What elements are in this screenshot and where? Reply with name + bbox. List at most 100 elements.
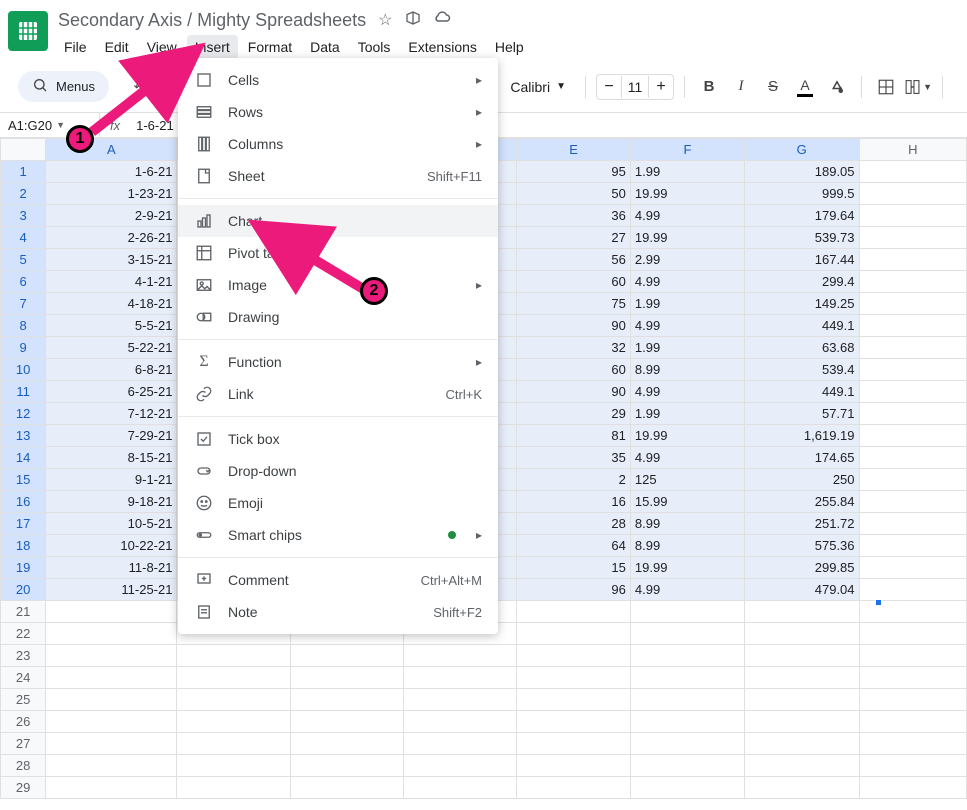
cell[interactable]: 539.4: [744, 359, 859, 381]
cell[interactable]: [859, 513, 966, 535]
cell[interactable]: 19.99: [630, 425, 744, 447]
cell[interactable]: [859, 425, 966, 447]
insert-drawing[interactable]: Drawing: [178, 301, 498, 333]
row-header[interactable]: 9: [1, 337, 46, 359]
cell[interactable]: [46, 623, 177, 645]
cell[interactable]: [630, 755, 744, 777]
cell[interactable]: [859, 777, 966, 799]
cell[interactable]: 4.99: [630, 315, 744, 337]
cell[interactable]: 15: [517, 557, 631, 579]
cell[interactable]: [859, 337, 966, 359]
text-color-button[interactable]: A: [791, 73, 819, 101]
cell[interactable]: [404, 777, 517, 799]
cell[interactable]: 539.73: [744, 227, 859, 249]
row-header[interactable]: 8: [1, 315, 46, 337]
cell[interactable]: 251.72: [744, 513, 859, 535]
document-title[interactable]: Secondary Axis / Mighty Spreadsheets: [56, 8, 368, 33]
insert-comment[interactable]: CommentCtrl+Alt+M: [178, 564, 498, 596]
cell[interactable]: [290, 667, 403, 689]
row-header[interactable]: 14: [1, 447, 46, 469]
cell[interactable]: 56: [517, 249, 631, 271]
cell[interactable]: [859, 315, 966, 337]
select-all-corner[interactable]: [1, 139, 46, 161]
cell[interactable]: 60: [517, 271, 631, 293]
cell[interactable]: [517, 601, 631, 623]
row-header[interactable]: 11: [1, 381, 46, 403]
italic-button[interactable]: I: [727, 73, 755, 101]
cell[interactable]: 149.25: [744, 293, 859, 315]
cell[interactable]: [46, 777, 177, 799]
font-size-value[interactable]: 11: [621, 76, 649, 98]
insert-rows[interactable]: Rows▸: [178, 96, 498, 128]
cell[interactable]: 19.99: [630, 183, 744, 205]
cell[interactable]: [859, 535, 966, 557]
row-header[interactable]: 20: [1, 579, 46, 601]
insert-chart[interactable]: Chart: [178, 205, 498, 237]
cell[interactable]: [859, 381, 966, 403]
row-header[interactable]: 21: [1, 601, 46, 623]
cell[interactable]: 96: [517, 579, 631, 601]
cell[interactable]: 8.99: [630, 513, 744, 535]
cell[interactable]: [290, 755, 403, 777]
cell[interactable]: [859, 205, 966, 227]
cell[interactable]: 299.85: [744, 557, 859, 579]
row-header[interactable]: 23: [1, 645, 46, 667]
cell[interactable]: 255.84: [744, 491, 859, 513]
cloud-status-icon[interactable]: [433, 10, 451, 31]
cell[interactable]: [859, 623, 966, 645]
row-header[interactable]: 24: [1, 667, 46, 689]
cell[interactable]: [46, 689, 177, 711]
cell[interactable]: [744, 645, 859, 667]
cell[interactable]: 179.64: [744, 205, 859, 227]
cell[interactable]: [404, 667, 517, 689]
cell[interactable]: 29: [517, 403, 631, 425]
row-header[interactable]: 19: [1, 557, 46, 579]
fill-color-button[interactable]: [823, 73, 851, 101]
menu-data[interactable]: Data: [302, 35, 348, 59]
cell[interactable]: 167.44: [744, 249, 859, 271]
cell[interactable]: [859, 557, 966, 579]
insert-link[interactable]: LinkCtrl+K: [178, 378, 498, 410]
cell[interactable]: [859, 447, 966, 469]
cell[interactable]: [859, 183, 966, 205]
cell[interactable]: 449.1: [744, 315, 859, 337]
star-icon[interactable]: ☆: [378, 10, 392, 31]
cell[interactable]: [46, 755, 177, 777]
cell[interactable]: [630, 623, 744, 645]
insert-tick-box[interactable]: Tick box: [178, 423, 498, 455]
cell[interactable]: [859, 293, 966, 315]
row-header[interactable]: 18: [1, 535, 46, 557]
cell[interactable]: 90: [517, 315, 631, 337]
insert-image[interactable]: Image▸: [178, 269, 498, 301]
row-header[interactable]: 10: [1, 359, 46, 381]
cell[interactable]: 19.99: [630, 557, 744, 579]
cell[interactable]: 7-12-21: [46, 403, 177, 425]
cell[interactable]: 2-26-21: [46, 227, 177, 249]
cell[interactable]: [177, 733, 290, 755]
cell[interactable]: [859, 645, 966, 667]
row-header[interactable]: 26: [1, 711, 46, 733]
menu-view[interactable]: View: [139, 35, 185, 59]
cell[interactable]: [517, 667, 631, 689]
cell[interactable]: 11-25-21: [46, 579, 177, 601]
row-header[interactable]: 12: [1, 403, 46, 425]
selection-handle[interactable]: [875, 599, 882, 606]
cell[interactable]: 60: [517, 359, 631, 381]
cell[interactable]: 575.36: [744, 535, 859, 557]
cell[interactable]: 10-5-21: [46, 513, 177, 535]
sheets-logo[interactable]: [8, 11, 48, 51]
insert-columns[interactable]: Columns▸: [178, 128, 498, 160]
row-header[interactable]: 4: [1, 227, 46, 249]
cell[interactable]: 250: [744, 469, 859, 491]
cell[interactable]: 2-9-21: [46, 205, 177, 227]
row-header[interactable]: 3: [1, 205, 46, 227]
cell[interactable]: 4.99: [630, 579, 744, 601]
cell[interactable]: [744, 601, 859, 623]
cell[interactable]: 5-22-21: [46, 337, 177, 359]
insert-emoji[interactable]: Emoji: [178, 487, 498, 519]
cell[interactable]: [744, 667, 859, 689]
cell[interactable]: 8.99: [630, 535, 744, 557]
cell[interactable]: 90: [517, 381, 631, 403]
merge-button[interactable]: ▼: [904, 73, 932, 101]
cell[interactable]: 50: [517, 183, 631, 205]
